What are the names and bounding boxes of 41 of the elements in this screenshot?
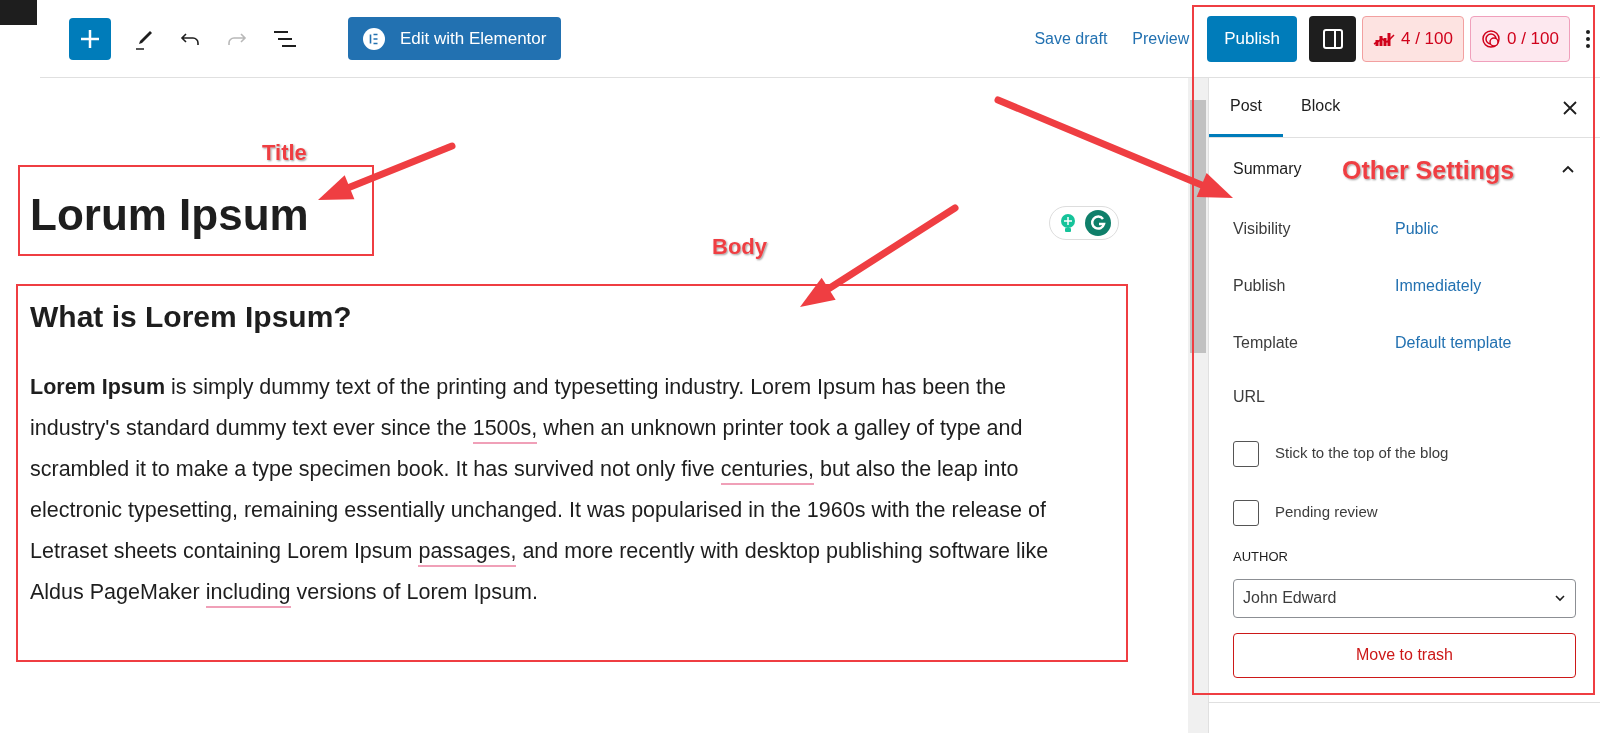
author-label: AUTHOR xyxy=(1233,548,1289,566)
close-icon[interactable] xyxy=(1562,99,1578,116)
corner-block xyxy=(0,0,37,25)
checkbox-label: Stick to the top of the blog xyxy=(1275,443,1449,464)
add-block-button[interactable] xyxy=(69,17,111,60)
field-label: Template xyxy=(1233,332,1299,353)
section-title[interactable]: Summary xyxy=(1233,157,1302,181)
checkbox-label: Pending review xyxy=(1275,502,1378,523)
sidebar-tab[interactable]: Post xyxy=(1209,78,1283,137)
content-heading[interactable]: What is Lorem Ipsum? xyxy=(30,294,352,339)
annotation-label: Title xyxy=(262,139,307,167)
score-badge[interactable]: 0 / 100 xyxy=(1470,15,1570,62)
field-label: URL xyxy=(1233,387,1266,407)
fingerprint-icon xyxy=(1481,28,1501,49)
annotation-label: Body xyxy=(712,233,767,261)
sidebar-toggle-button[interactable] xyxy=(1309,15,1356,62)
preview-link[interactable]: Preview xyxy=(1132,26,1190,51)
more-options-icon[interactable] xyxy=(1586,28,1590,49)
field-label: Visibility xyxy=(1233,218,1292,239)
plus-icon xyxy=(79,27,101,50)
sidebar-tab[interactable]: Block xyxy=(1283,78,1359,137)
annotation-label: Other Settings xyxy=(1342,155,1515,186)
edit-with-elementor-button[interactable]: Edit with Elementor xyxy=(348,17,562,60)
checkbox[interactable] xyxy=(1233,499,1259,526)
checkbox[interactable] xyxy=(1233,440,1259,467)
move-to-trash-button[interactable]: Move to trash xyxy=(1233,632,1576,678)
publish-button[interactable]: Publish xyxy=(1207,15,1297,62)
post-title[interactable]: Lorum Ipsum xyxy=(30,182,309,248)
panel-icon xyxy=(1321,27,1344,50)
field-value-link[interactable]: Immediately xyxy=(1395,273,1482,298)
field-value-link[interactable]: Public xyxy=(1395,216,1439,241)
score-badge[interactable]: 4 / 100 xyxy=(1362,15,1464,62)
elementor-logo-icon xyxy=(363,27,385,50)
assistant-widget[interactable] xyxy=(1049,206,1119,240)
author-select[interactable]: John Edward xyxy=(1233,578,1576,618)
save-draft-link[interactable]: Save draft xyxy=(1034,26,1108,51)
g-logo-icon xyxy=(1085,210,1111,236)
field-label: Publish xyxy=(1233,275,1287,296)
field-value-link[interactable]: Default template xyxy=(1395,330,1512,355)
chevron-down-icon xyxy=(1554,592,1566,604)
body-paragraph[interactable]: Lorem Ipsum is simply dummy text of the printing and typesetting industry. Lorem Ipsum has been the industry's standard dummy text ever since the 1500s, when an unknown printer took a galley of type and scrambled it to make a type specimen book. It has survived not only five centuries, but also the leap into electronic typesetting, remaining essentially unchanged. It was popularised in the 1960s with the release of Letraset sheets containing Lorem Ipsum passages, and more recently with desktop publishing software like Aldus PageMaker including versions of Lorem Ipsum. xyxy=(30,367,1060,613)
